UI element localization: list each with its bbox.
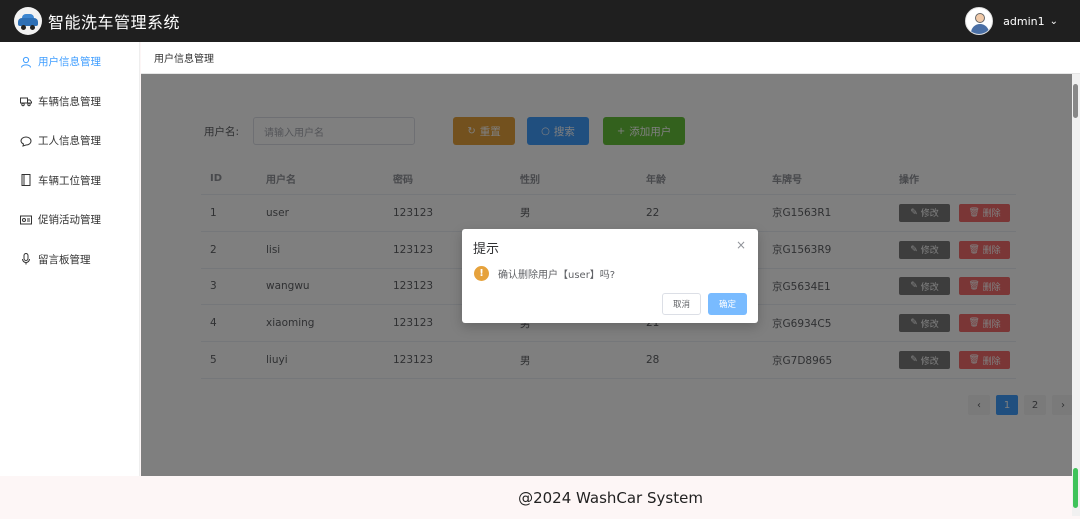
breadcrumb: 用户信息管理 bbox=[141, 42, 1080, 74]
chevron-down-icon[interactable]: ⌄ bbox=[1050, 16, 1058, 27]
sidebar-item-label: 车辆信息管理 bbox=[38, 95, 101, 108]
sidebar-item-workers[interactable]: 工人信息管理 bbox=[0, 121, 139, 161]
top-header: 智能洗车管理系统 admin1 ⌄ bbox=[0, 0, 1080, 42]
close-icon[interactable]: × bbox=[736, 238, 746, 252]
sidebar-item-label: 留言板管理 bbox=[38, 253, 91, 266]
sidebar-item-label: 用户信息管理 bbox=[38, 56, 101, 69]
dialog-title: 提示 bbox=[473, 242, 500, 257]
dialog-message: ! 确认删除用户【user】吗? bbox=[474, 266, 615, 281]
app-title: 智能洗车管理系统 bbox=[48, 13, 181, 32]
user-menu[interactable]: admin1 ⌄ bbox=[965, 7, 1058, 35]
sidebar-item-messages[interactable]: 留言板管理 bbox=[0, 240, 139, 280]
dialog-message-text: 确认删除用户【user】吗? bbox=[498, 270, 616, 281]
avatar[interactable] bbox=[965, 7, 994, 35]
car-logo-icon bbox=[14, 7, 42, 35]
sidebar-item-label: 促销活动管理 bbox=[38, 214, 101, 227]
confirm-button[interactable]: 确定 bbox=[708, 293, 747, 315]
chat-icon bbox=[20, 135, 32, 147]
warning-icon: ! bbox=[474, 266, 489, 281]
scrollbar-thumb[interactable] bbox=[1073, 84, 1078, 118]
sidebar: 用户信息管理 车辆信息管理 工人信息管理 车辆工位管理 促销活动管理 留言板管理 bbox=[0, 42, 140, 476]
sidebar-item-users[interactable]: 用户信息管理 bbox=[0, 42, 139, 82]
scrollbar[interactable] bbox=[1072, 74, 1080, 516]
sidebar-item-label: 工人信息管理 bbox=[38, 135, 101, 148]
microphone-icon bbox=[20, 253, 32, 265]
truck-icon bbox=[20, 95, 32, 107]
sidebar-item-promotions[interactable]: 促销活动管理 bbox=[0, 200, 139, 240]
username-label[interactable]: admin1 bbox=[1003, 15, 1044, 28]
sidebar-item-stations[interactable]: 车辆工位管理 bbox=[0, 161, 139, 201]
user-icon bbox=[20, 56, 32, 68]
breadcrumb-current: 用户信息管理 bbox=[154, 54, 214, 65]
notebook-icon bbox=[20, 174, 32, 187]
footer: @2024 WashCar System bbox=[518, 488, 703, 507]
sidebar-item-label: 车辆工位管理 bbox=[38, 174, 101, 187]
confirm-delete-dialog: 提示 × ! 确认删除用户【user】吗? 取消 确定 bbox=[462, 229, 758, 323]
sidebar-item-vehicles[interactable]: 车辆信息管理 bbox=[0, 82, 139, 122]
cancel-button[interactable]: 取消 bbox=[662, 293, 701, 315]
postcard-icon bbox=[20, 214, 32, 226]
